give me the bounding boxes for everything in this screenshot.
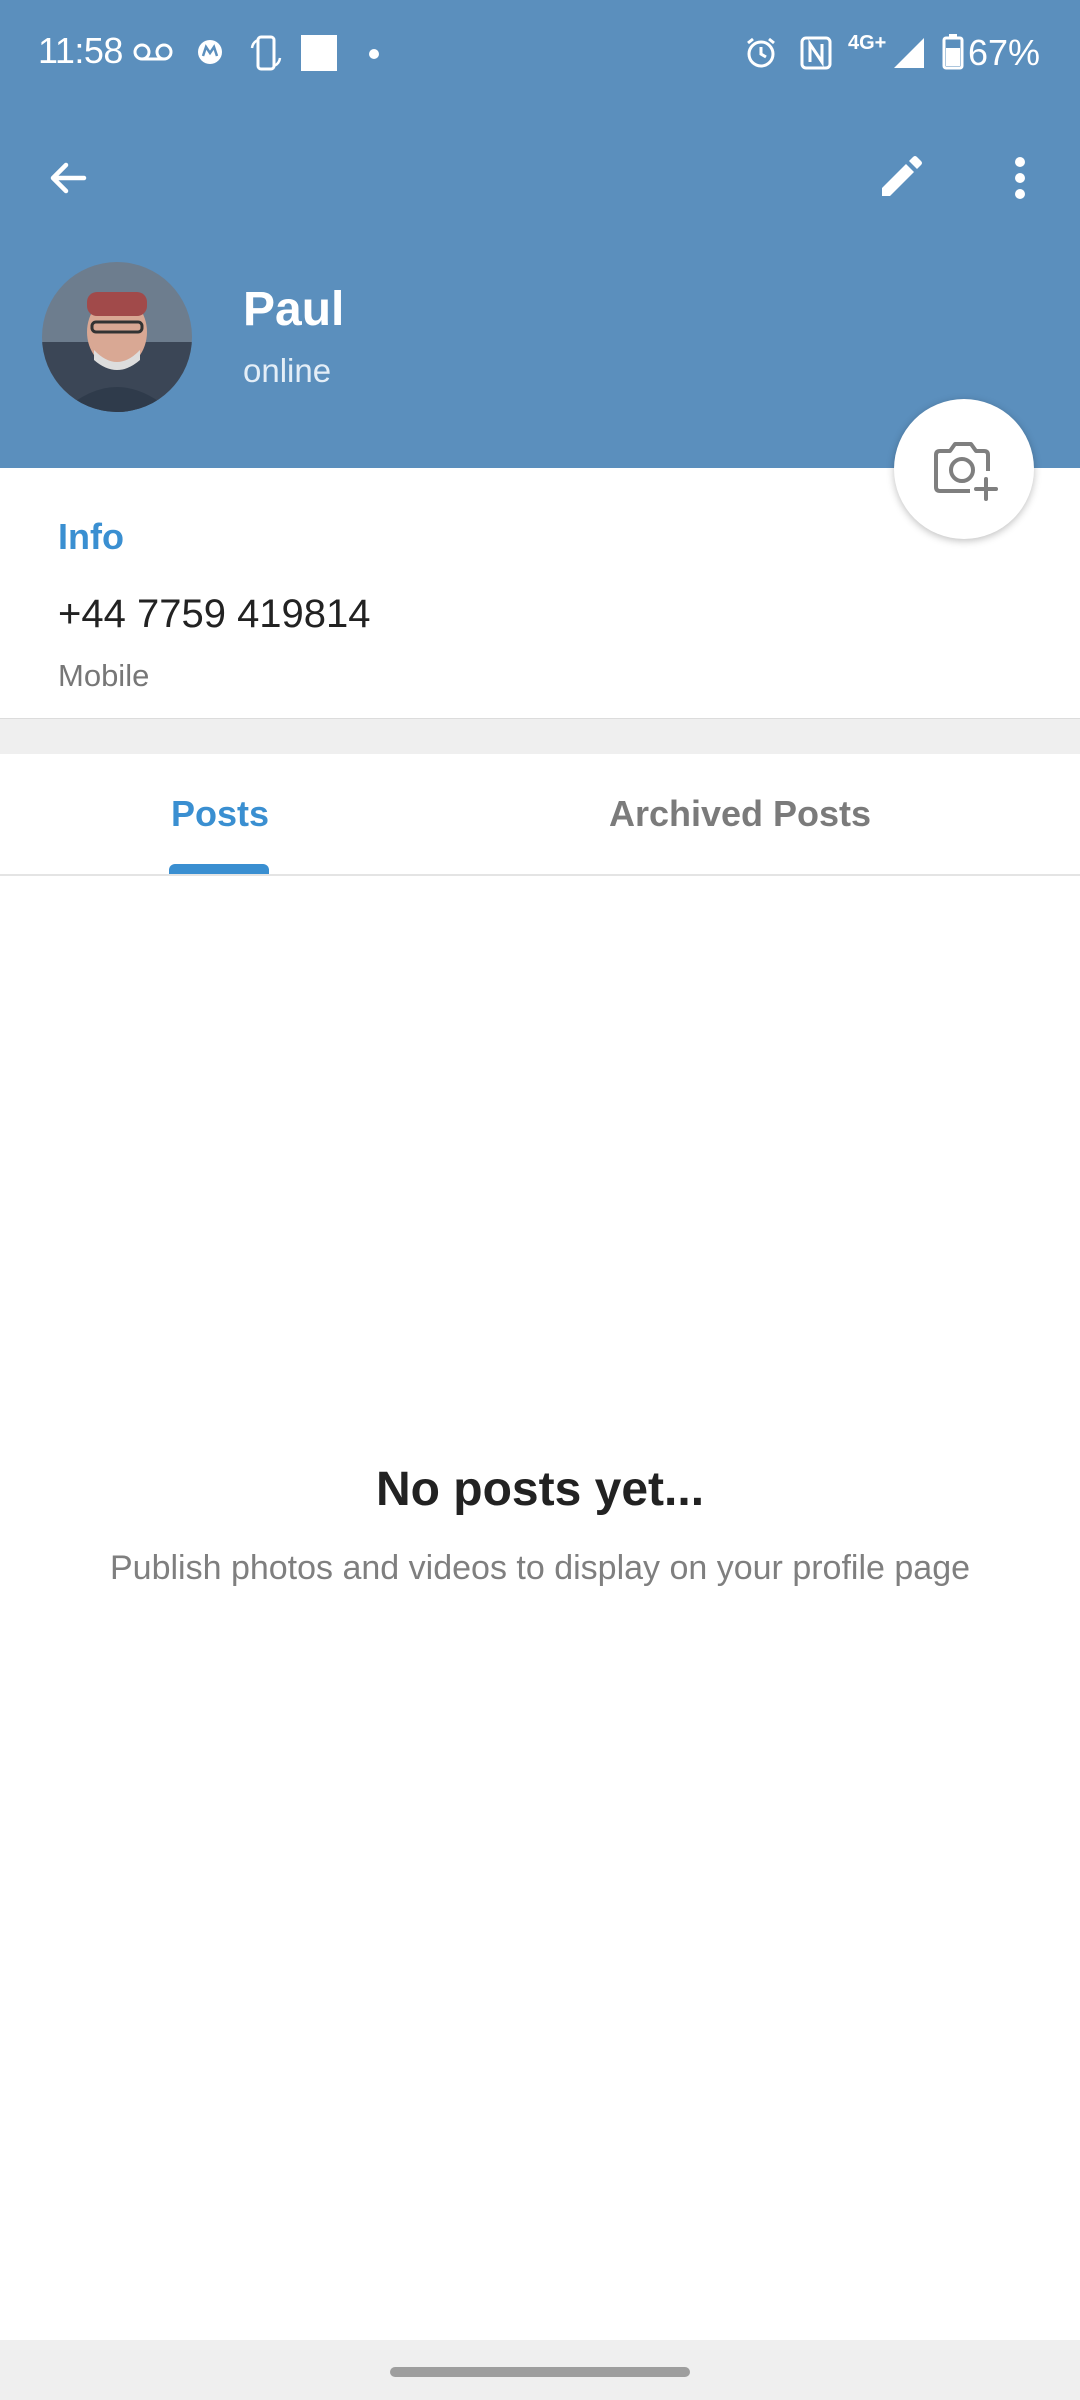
battery-percentage: 67% (968, 32, 1041, 73)
home-gesture-handle[interactable] (390, 2367, 690, 2377)
edit-button[interactable] (852, 130, 948, 226)
profile-name: Paul (243, 283, 345, 336)
info-title: Info (58, 516, 124, 557)
phone-type-label: Mobile (58, 658, 150, 693)
empty-state-title: No posts yet... (375, 1463, 705, 1516)
back-button[interactable] (20, 130, 116, 226)
network-type-label: 4G+ (848, 32, 887, 54)
tab-posts[interactable]: Posts (0, 754, 440, 874)
dot-icon (369, 49, 379, 59)
battery-icon (942, 34, 964, 70)
active-tab-indicator (169, 864, 269, 874)
empty-state-description: Publish photos and videos to display on … (110, 1549, 971, 1587)
tab-archived-posts[interactable]: Archived Posts (440, 754, 1040, 874)
gesture-nav-bar (0, 2340, 1080, 2400)
signal-icon (894, 38, 924, 68)
phone-number[interactable]: +44 7759 419814 (58, 592, 371, 637)
status-bar: 11:58 4G+ 67% (0, 0, 1080, 106)
more-options-button[interactable] (972, 130, 1068, 226)
more-vert-icon (1015, 157, 1025, 199)
avatar-photo (42, 262, 192, 412)
voicemail-icon (133, 43, 173, 61)
square-notification-icon (301, 35, 337, 71)
profile-header: 11:58 4G+ 67% Paul online (0, 0, 1080, 468)
avatar[interactable] (42, 262, 192, 412)
nfc-icon (800, 36, 832, 70)
arrow-left-icon (50, 162, 87, 194)
screen-rotation-icon (250, 35, 282, 71)
set-photo-button[interactable] (894, 399, 1034, 539)
pencil-icon (882, 156, 922, 196)
alarm-icon (747, 37, 775, 68)
profile-status: online (243, 352, 332, 389)
profile-tabs: Posts Archived Posts (0, 754, 1080, 876)
status-time: 11:58 (38, 30, 123, 71)
section-divider (0, 718, 1080, 755)
status-system-icons: 4G+ 67% (742, 28, 1042, 78)
motorola-icon (198, 40, 222, 64)
add-photo-camera-icon (934, 442, 998, 501)
